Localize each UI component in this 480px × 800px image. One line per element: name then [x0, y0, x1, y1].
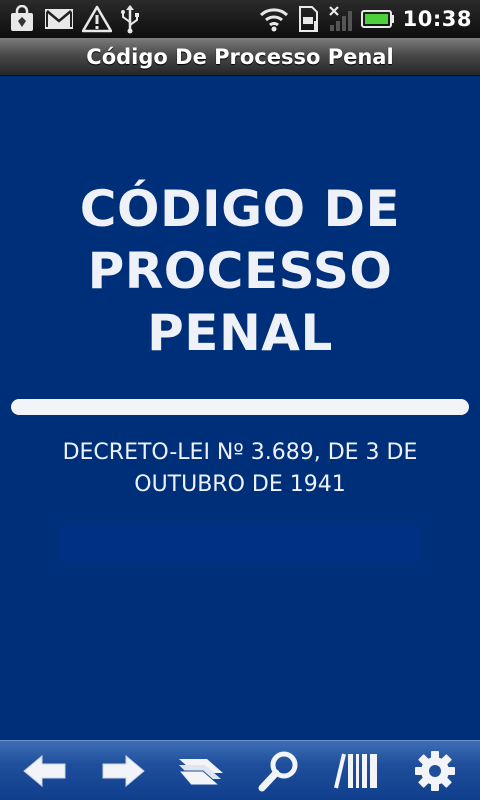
- cover-heading-line-1: CÓDIGO DE: [79, 180, 401, 238]
- decree-subheading: DECRETO-LEI Nº 3.689, DE 3 DE OUTUBRO DE…: [0, 437, 480, 501]
- decree-line-1: DECRETO-LEI Nº 3.689, DE 3 DE: [62, 440, 418, 465]
- forward-button[interactable]: [91, 745, 155, 797]
- gmail-icon: [44, 6, 74, 32]
- content-placeholder: [58, 524, 422, 564]
- back-button[interactable]: [13, 745, 77, 797]
- signal-icon: [327, 5, 353, 33]
- bottom-toolbar: [0, 740, 480, 800]
- decree-line-2: OUTUBRO DE 1941: [134, 472, 346, 497]
- warning-icon: [82, 5, 112, 33]
- title-bar: Código De Processo Penal: [0, 38, 480, 76]
- search-icon: [257, 750, 301, 792]
- back-arrow-icon: [22, 753, 68, 789]
- library-icon: [334, 751, 380, 791]
- bookmarks-icon: [177, 753, 225, 789]
- divider-bar: [11, 399, 469, 415]
- clock: 10:38: [402, 7, 472, 31]
- cover-heading: CÓDIGO DE PROCESSO PENAL: [0, 178, 480, 364]
- forward-arrow-icon: [100, 753, 146, 789]
- sd-card-icon: [297, 5, 319, 33]
- bookmarks-button[interactable]: [169, 745, 233, 797]
- app-title: Código De Processo Penal: [86, 44, 394, 69]
- settings-button[interactable]: [403, 745, 467, 797]
- document-cover[interactable]: CÓDIGO DE PROCESSO PENAL DECRETO-LEI Nº …: [0, 76, 480, 740]
- library-button[interactable]: [325, 745, 389, 797]
- usb-icon: [120, 4, 140, 34]
- wifi-icon: [259, 6, 289, 32]
- system-icons: 10:38: [259, 3, 472, 35]
- notification-icons: [8, 3, 140, 35]
- search-button[interactable]: [247, 745, 311, 797]
- shopping-bag-icon: [8, 5, 36, 33]
- cover-heading-line-2: PROCESSO PENAL: [87, 242, 393, 362]
- settings-gear-icon: [413, 749, 457, 793]
- status-bar: 10:38: [0, 0, 480, 38]
- battery-icon: [360, 9, 395, 29]
